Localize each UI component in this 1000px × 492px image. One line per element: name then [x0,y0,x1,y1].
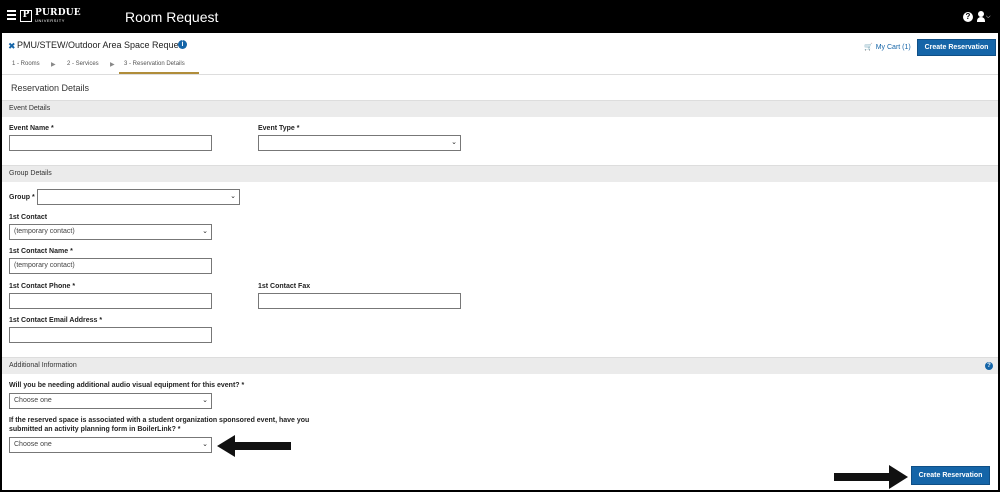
request-title: PMU/STEW/Outdoor Area Space Request [17,40,186,50]
contact-email-label: 1st Contact Email Address * [9,317,103,324]
info-icon[interactable]: i [178,40,187,49]
contact-phone-label: 1st Contact Phone * [9,283,76,290]
chevron-down-icon: ⌄ [230,193,236,200]
group-select[interactable]: ⌄ [37,189,240,205]
step-arrow-icon: ▶ [110,62,115,68]
help-icon[interactable]: ? [963,12,973,22]
event-type-label: Event Type * [258,125,300,132]
contact-label: 1st Contact [9,214,48,221]
user-menu-icon[interactable]: ⌵ [977,11,991,23]
chevron-down-icon: ⌄ [202,397,208,404]
planning-question-line2: submitted an activity planning form in B… [9,426,181,433]
my-cart-link[interactable]: 🛒 My Cart (1) [864,43,911,51]
app-window: P PURDUE UNIVERSITY Room Request ? ⌵ ✖ P… [0,0,1000,492]
contact-name-label: 1st Contact Name * [9,248,73,255]
logo-subtitle: UNIVERSITY [35,18,66,23]
step-reservation-details[interactable]: 3 - Reservation Details [124,61,185,67]
section-event-details: Event Details [2,100,998,117]
logo-word: PURDUE [35,8,81,18]
chevron-down-icon: ⌄ [202,441,208,448]
cart-icon: 🛒 [864,44,873,51]
group-label: Group * [9,194,35,201]
section-additional-information: Additional Information [2,357,998,374]
event-name-input[interactable] [9,135,212,151]
left-arrow-annotation-icon [217,435,291,457]
close-icon[interactable]: ✖ [8,41,16,52]
step-services[interactable]: 2 - Services [67,61,99,67]
contact-phone-input[interactable] [9,293,212,309]
top-bar: P PURDUE UNIVERSITY Room Request ? ⌵ [2,2,998,33]
planning-question-line1: If the reserved space is associated with… [9,417,310,424]
chevron-down-icon: ⌄ [451,139,457,146]
hamburger-icon[interactable] [7,10,16,22]
contact-fax-label: 1st Contact Fax [258,283,311,290]
event-type-select[interactable]: ⌄ [258,135,461,151]
planning-form-value: Choose one [14,441,52,448]
create-reservation-button-bottom[interactable]: Create Reservation [911,466,990,485]
logo-mark: P [20,10,32,22]
app-title: Room Request [125,9,219,25]
av-question-label: Will you be needing additional audio vis… [9,382,245,389]
contact-value: (temporary contact) [14,228,75,235]
chevron-down-icon: ⌄ [202,228,208,235]
right-arrow-annotation-icon [834,465,908,489]
purdue-logo: P PURDUE UNIVERSITY [20,8,82,26]
contact-fax-input[interactable] [258,293,461,309]
av-equipment-value: Choose one [14,397,52,404]
av-equipment-select[interactable]: Choose one ⌄ [9,393,212,409]
step-arrow-icon: ▶ [51,62,56,68]
contact-name-input[interactable]: (temporary contact) [9,258,212,274]
event-name-label: Event Name * [9,125,54,132]
create-reservation-button-top[interactable]: Create Reservation [917,39,996,56]
cart-label: My Cart (1) [875,44,911,51]
help-icon[interactable]: ? [985,362,993,370]
divider [2,74,998,75]
contact-select[interactable]: (temporary contact) ⌄ [9,224,212,240]
section-group-details: Group Details [2,165,998,182]
step-rooms[interactable]: 1 - Rooms [12,61,40,67]
contact-email-input[interactable] [9,327,212,343]
planning-form-select[interactable]: Choose one ⌄ [9,437,212,453]
page-title: Reservation Details [11,83,90,93]
